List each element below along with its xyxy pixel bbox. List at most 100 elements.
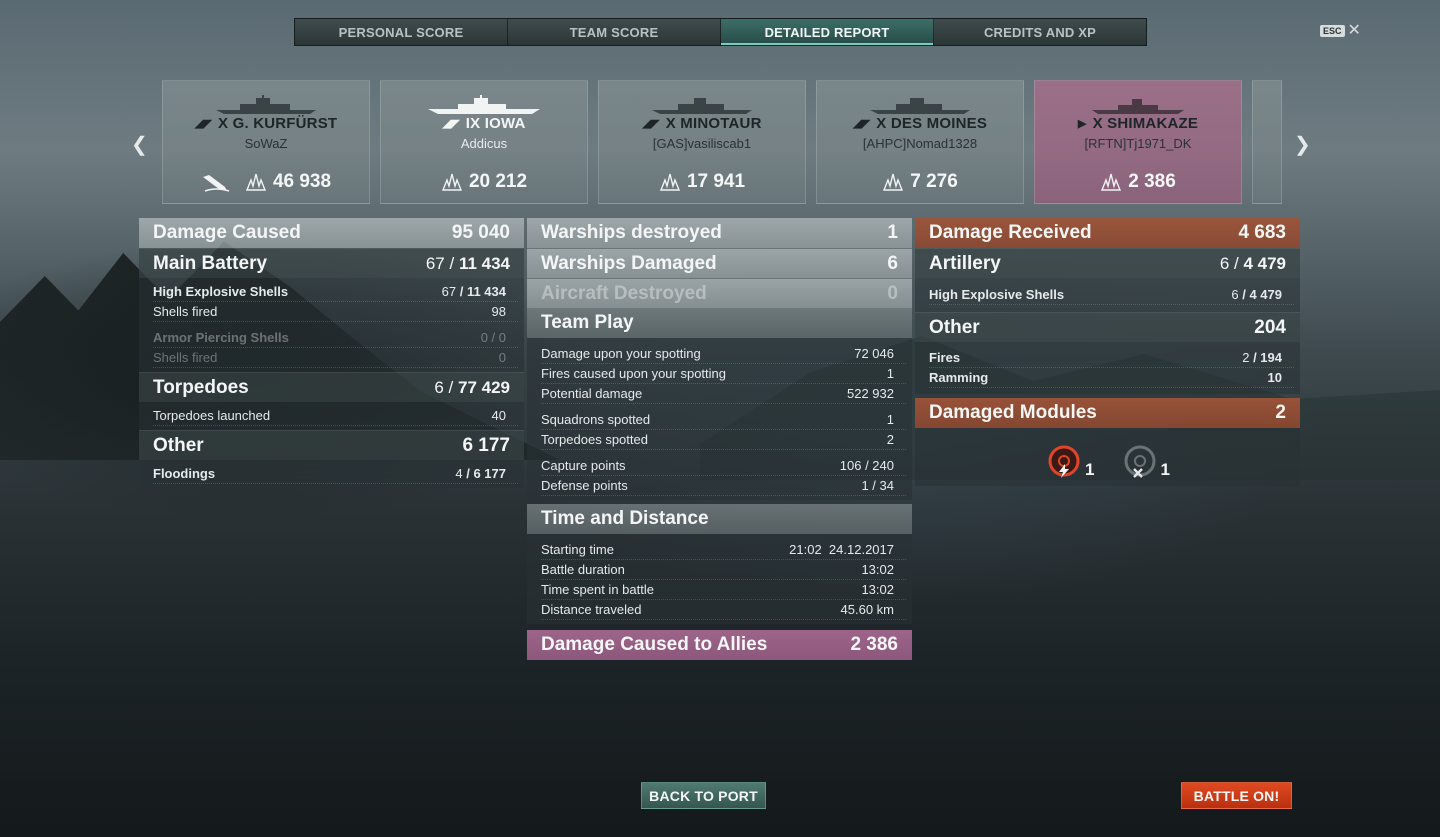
stat-row: Defense points 1 / 34 xyxy=(541,476,906,496)
header-value: 6 / 4 479 xyxy=(1219,253,1286,273)
header-label: Damage Caused to Allies xyxy=(541,634,768,655)
team-play-header: Team Play xyxy=(527,308,912,338)
ship-card-partial[interactable] xyxy=(1252,80,1282,204)
stat-row: Shells fired 0 xyxy=(153,348,518,368)
stat-row: Battle duration 13:02 xyxy=(541,560,906,580)
damage-caused-panel: Damage Caused 95 040 Main Battery 67 / 1… xyxy=(139,218,524,488)
stat-value: 1 xyxy=(886,412,894,427)
header-value: 1 xyxy=(887,222,898,243)
artillery-body: High Explosive Shells 6 / 4 479 xyxy=(915,278,1300,312)
warships-damaged-header: Warships Damaged 6 xyxy=(527,248,912,278)
battle-on-button[interactable]: BATTLE ON! xyxy=(1181,782,1292,809)
stat-value: 2 / 194 xyxy=(1242,350,1282,365)
header-value: 0 xyxy=(887,282,898,304)
stat-label: Torpedoes spotted xyxy=(541,432,648,447)
ship-card-selected[interactable]: ▶ X SHIMAKAZE [RFTN]Tj1971_DK 2 386 xyxy=(1034,80,1242,204)
stat-row: Armor Piercing Shells 0 / 0 xyxy=(153,328,518,348)
header-value: 2 xyxy=(1275,402,1286,423)
stat-label: Squadrons spotted xyxy=(541,412,651,427)
next-arrow-icon[interactable]: ❯ xyxy=(1294,132,1311,157)
damage-received-panel: Damage Received 4 683 Artillery 6 / 4 47… xyxy=(915,218,1300,486)
header-label: Warships destroyed xyxy=(541,222,722,243)
stat-row: Fires caused upon your spotting 1 xyxy=(541,364,906,384)
header-value: 6 177 xyxy=(462,434,510,456)
back-to-port-button[interactable]: BACK TO PORT xyxy=(641,782,766,809)
stat-label: Defense points xyxy=(541,478,628,493)
ship-silhouette-icon xyxy=(428,95,540,114)
player-name: [RFTN]Tj1971_DK xyxy=(1084,136,1192,151)
stat-value: 40 xyxy=(491,408,506,423)
stat-label: Fires xyxy=(929,350,961,365)
damage-value: 7 276 xyxy=(910,171,958,192)
ship-name: IX IOWA xyxy=(465,115,526,132)
close-button[interactable]: ESC ✕ xyxy=(1320,22,1361,39)
stat-row: Capture points 106 / 240 xyxy=(541,456,906,476)
tab-credits-and-xp[interactable]: CREDITS AND XP xyxy=(934,19,1146,45)
tab-personal-score[interactable]: PERSONAL SCORE xyxy=(295,19,508,45)
stat-label: Armor Piercing Shells xyxy=(153,330,289,345)
damage-to-allies-header: Damage Caused to Allies 2 386 xyxy=(527,630,912,660)
other-body: Floodings 4 / 6 177 xyxy=(139,460,524,488)
stat-label: Time spent in battle xyxy=(541,582,654,597)
tab-detailed-report[interactable]: DETAILED REPORT xyxy=(721,19,934,45)
ship-name: X G. KURFÜRST xyxy=(218,115,338,132)
header-label: Other xyxy=(929,316,980,338)
battleship-class-icon: ◢◤ xyxy=(442,118,460,130)
main-battery-header: Main Battery 67 / 11 434 xyxy=(139,248,524,278)
stat-row: High Explosive Shells 67 / 11 434 xyxy=(153,282,518,302)
damage-icon xyxy=(441,173,462,191)
stat-label: Potential damage xyxy=(541,386,643,401)
ship-card[interactable]: ◢◤ X DES MOINES [AHPC]Nomad1328 7 276 xyxy=(816,80,1024,204)
prev-arrow-icon[interactable]: ❮ xyxy=(131,132,148,157)
stat-label: Battle duration xyxy=(541,562,625,577)
stat-label: Shells fired xyxy=(153,350,218,365)
damaged-modules-header: Damaged Modules 2 xyxy=(915,398,1300,428)
close-icon: ✕ xyxy=(1347,22,1361,39)
damaged-ships-carousel: ◢◤ X G. KURFÜRST SoWaZ 46 938 ◢◤ IX IOWA xyxy=(162,80,1282,204)
ship-card[interactable]: ◢◤ IX IOWA Addicus 20 212 xyxy=(380,80,588,204)
damaged-modules-list: 1 1 xyxy=(915,428,1300,486)
stat-value: 21:02 24.12.2017 xyxy=(789,542,894,557)
damage-caused-header: Damage Caused 95 040 xyxy=(139,218,524,248)
stat-value: 1 / 34 xyxy=(861,478,894,493)
team-play-body: Damage upon your spotting 72 046 Fires ca… xyxy=(527,338,912,500)
stat-value: 13:02 xyxy=(861,562,894,577)
player-name: [GAS]vasiliscab1 xyxy=(652,136,752,151)
stat-label: Shells fired xyxy=(153,304,218,319)
header-label: Damage Received xyxy=(929,222,1092,243)
stat-value: 2 xyxy=(886,432,894,447)
stat-row: Time spent in battle 13:02 xyxy=(541,580,906,600)
header-label: Time and Distance xyxy=(541,508,709,529)
stat-row: Floodings 4 / 6 177 xyxy=(153,464,518,484)
damage-value: 2 386 xyxy=(1128,171,1176,192)
header-label: Damaged Modules xyxy=(929,402,1097,423)
header-value: 95 040 xyxy=(451,222,510,243)
header-label: Aircraft Destroyed xyxy=(541,282,707,304)
battleship-class-icon: ◢◤ xyxy=(194,118,213,130)
damage-value: 20 212 xyxy=(468,171,528,192)
stat-value: 4 / 6 177 xyxy=(455,466,506,481)
ship-card[interactable]: ◢◤ X MINOTAUR [GAS]vasiliscab1 17 941 xyxy=(598,80,806,204)
header-value: 4 683 xyxy=(1238,222,1286,243)
damage-icon xyxy=(245,173,266,191)
header-value: 2 386 xyxy=(850,634,898,655)
time-distance-body: Starting time 21:02 24.12.2017 Battle dur… xyxy=(527,534,912,624)
damage-value: 46 938 xyxy=(272,171,332,192)
other-header: Other 6 177 xyxy=(139,430,524,460)
stat-value: 0 / 0 xyxy=(480,330,506,345)
stat-row: Torpedoes spotted 2 xyxy=(541,430,906,450)
module-count: 1 xyxy=(1160,460,1170,479)
main-battery-body: High Explosive Shells 67 / 11 434 Shells… xyxy=(139,278,524,372)
tab-team-score[interactable]: TEAM SCORE xyxy=(508,19,721,45)
stat-value: 98 xyxy=(491,304,506,319)
stat-label: Damage upon your spotting xyxy=(541,346,701,361)
damage-received-header: Damage Received 4 683 xyxy=(915,218,1300,248)
ship-card[interactable]: ◢◤ X G. KURFÜRST SoWaZ 46 938 xyxy=(162,80,370,204)
other-received-body: Fires 2 / 194 Ramming 10 xyxy=(915,342,1300,394)
stat-label: Capture points xyxy=(541,458,626,473)
stat-label: Distance traveled xyxy=(541,602,642,617)
steering-destroyed-icon xyxy=(1124,445,1155,478)
stat-row: Distance traveled 45.60 km xyxy=(541,600,906,620)
stat-row: Starting time 21:02 24.12.2017 xyxy=(541,540,906,560)
module-item: 1 xyxy=(1121,438,1170,480)
